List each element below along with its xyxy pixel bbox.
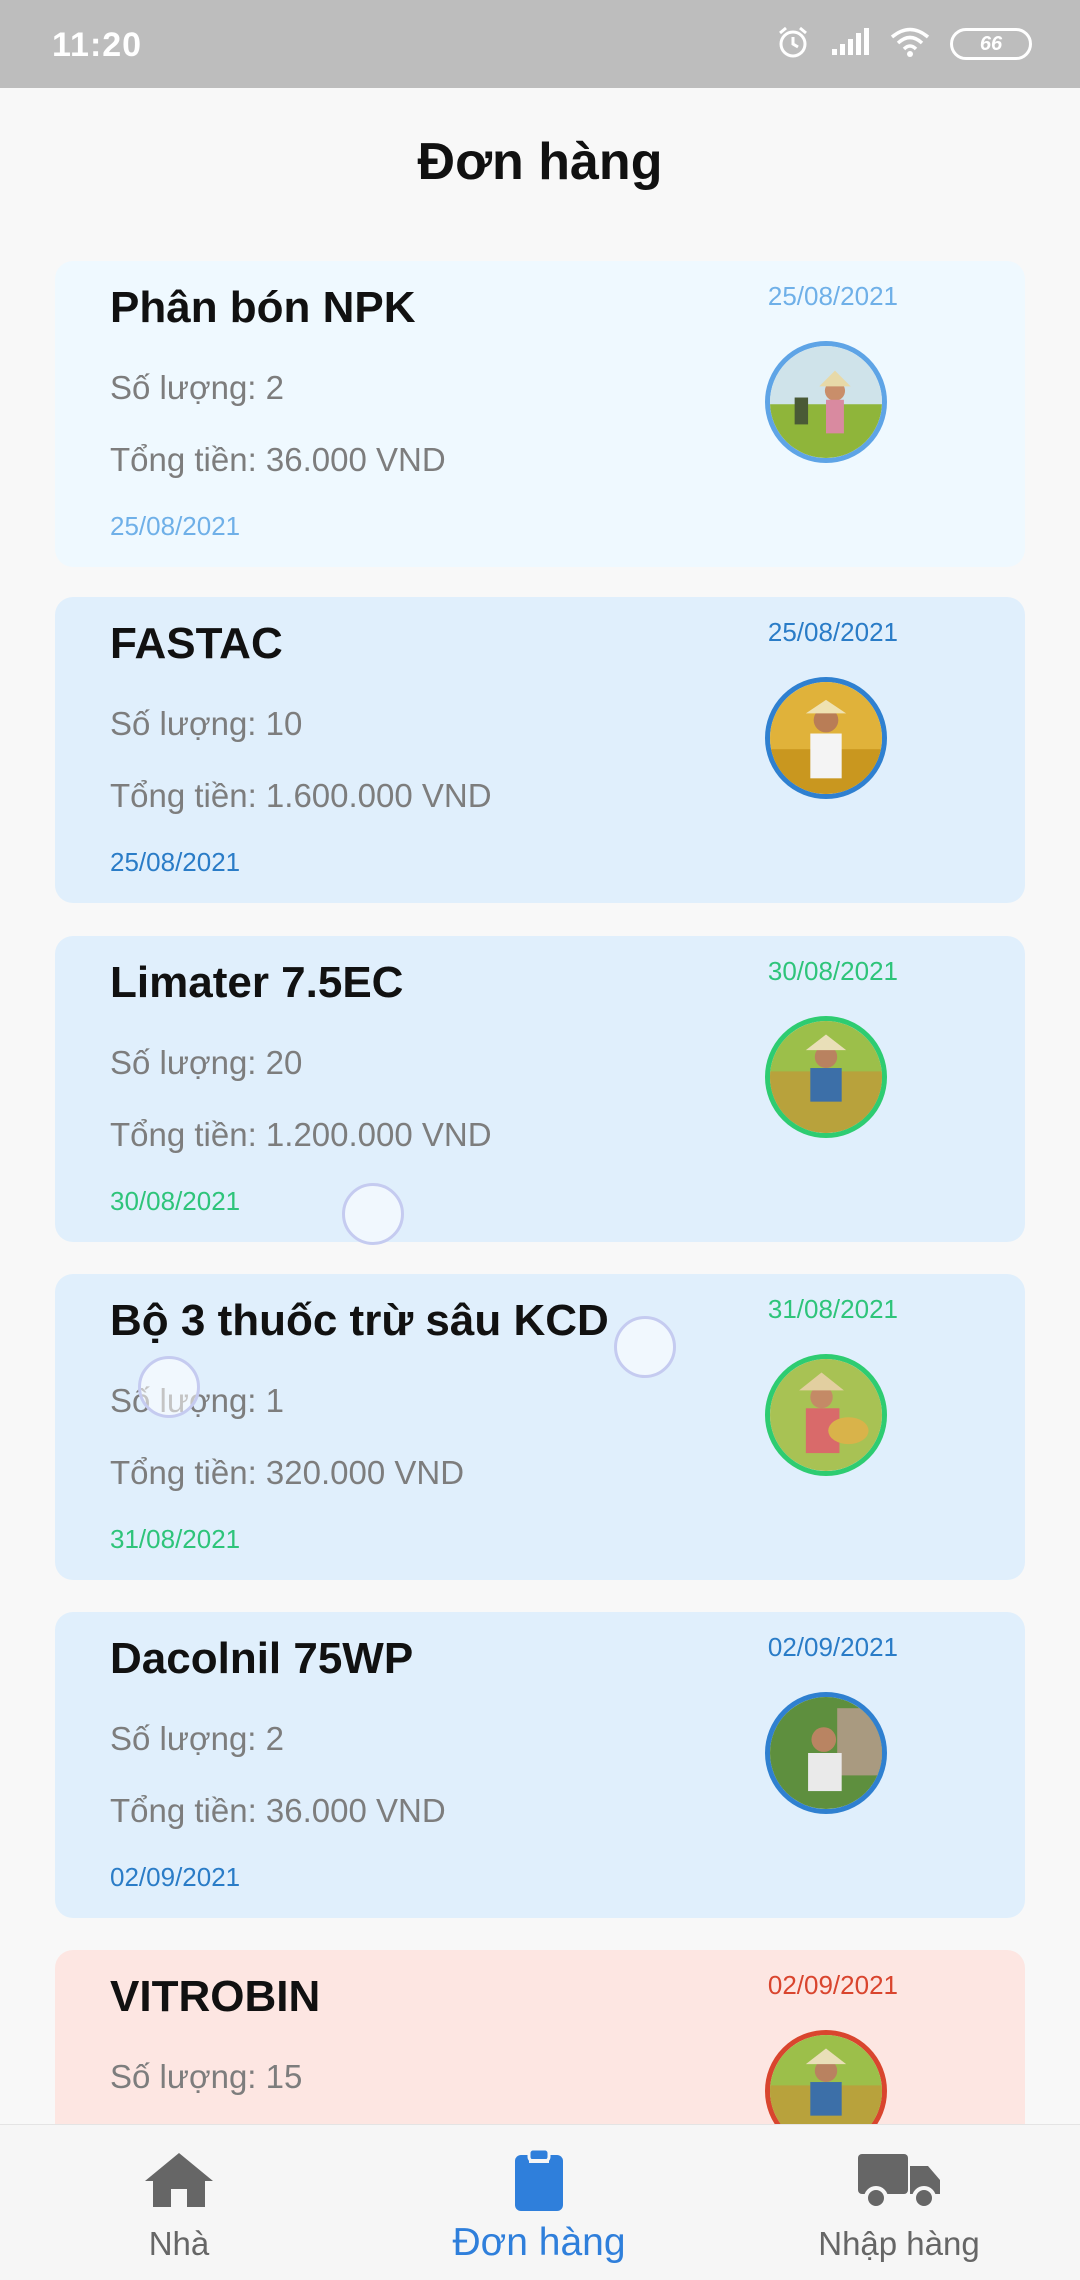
truck-icon: [749, 2145, 1049, 2215]
order-name: Bộ 3 thuốc trừ sâu KCD: [110, 1296, 609, 1345]
nav-label-home: Nhà: [148, 2225, 210, 2262]
order-date-top: 30/08/2021: [767, 956, 898, 986]
farmer-avatar: [765, 2030, 887, 2124]
order-card[interactable]: Bộ 3 thuốc trừ sâu KCD 31/08/2021 Số lượ…: [55, 1274, 1025, 1580]
order-card[interactable]: Dacolnil 75WP 02/09/2021 Số lượng: 2 Tổn…: [55, 1612, 1025, 1918]
order-date-bottom: 25/08/2021: [110, 847, 241, 877]
farmer-avatar: [765, 341, 887, 463]
nav-label-import: Nhập hàng: [818, 2225, 980, 2262]
order-total: Tổng tiền: 36.000 VND: [110, 1792, 446, 1829]
order-quantity: Số lượng: 2: [110, 369, 284, 406]
clipboard-icon: [389, 2145, 689, 2215]
order-name: Limater 7.5EC: [110, 958, 404, 1007]
nav-item-home[interactable]: Nhà: [29, 2145, 329, 2263]
order-name: VITROBIN: [110, 1972, 321, 2021]
order-date-bottom: 30/08/2021: [110, 1186, 241, 1216]
bottom-navigation: Nhà Đơn hàng Nhập hàng: [0, 2124, 1080, 2280]
touch-indicator: [138, 1356, 200, 1418]
nav-item-orders[interactable]: Đơn hàng: [389, 2145, 689, 2265]
touch-indicator: [342, 1183, 404, 1245]
order-date-bottom: 02/09/2021: [110, 1862, 241, 1892]
order-name: Phân bón NPK: [110, 283, 416, 332]
home-icon: [29, 2145, 329, 2215]
order-date-bottom: 25/08/2021: [110, 511, 241, 541]
order-total: Tổng tiền: 36.000 VND: [110, 441, 446, 478]
order-card[interactable]: Limater 7.5EC 30/08/2021 Số lượng: 20 Tổ…: [55, 936, 1025, 1242]
farmer-avatar: [765, 1692, 887, 1814]
order-list[interactable]: Phân bón NPK 25/08/2021 Số lượng: 2 Tổng…: [0, 0, 1080, 2124]
farmer-avatar: [765, 1354, 887, 1476]
order-card[interactable]: VITROBIN 02/09/2021 Số lượng: 15 02/09/2…: [55, 1950, 1025, 2124]
order-date-top: 31/08/2021: [767, 1294, 898, 1324]
order-total: Tổng tiền: 1.600.000 VND: [110, 777, 492, 814]
order-date-top: 25/08/2021: [767, 617, 898, 647]
nav-label-orders: Đơn hàng: [452, 2221, 626, 2264]
farmer-avatar: [765, 1016, 887, 1138]
order-date-top: 02/09/2021: [767, 1970, 898, 2000]
order-total: Tổng tiền: 320.000 VND: [110, 1454, 465, 1491]
order-quantity: Số lượng: 15: [110, 2058, 303, 2095]
farmer-avatar: [765, 677, 887, 799]
nav-item-import[interactable]: Nhập hàng: [749, 2145, 1049, 2263]
order-card[interactable]: Phân bón NPK 25/08/2021 Số lượng: 2 Tổng…: [55, 261, 1025, 567]
order-name: Dacolnil 75WP: [110, 1634, 414, 1683]
order-name: FASTAC: [110, 619, 283, 668]
order-card[interactable]: FASTAC 25/08/2021 Số lượng: 10 Tổng tiền…: [55, 597, 1025, 903]
order-quantity: Số lượng: 20: [110, 1044, 303, 1081]
touch-indicator: [614, 1316, 676, 1378]
order-quantity: Số lượng: 2: [110, 1720, 284, 1757]
order-total: Tổng tiền: 1.200.000 VND: [110, 1116, 492, 1153]
order-date-top: 25/08/2021: [767, 281, 898, 311]
order-quantity: Số lượng: 10: [110, 705, 303, 742]
order-date-top: 02/09/2021: [767, 1632, 898, 1662]
order-date-bottom: 31/08/2021: [110, 1524, 241, 1554]
